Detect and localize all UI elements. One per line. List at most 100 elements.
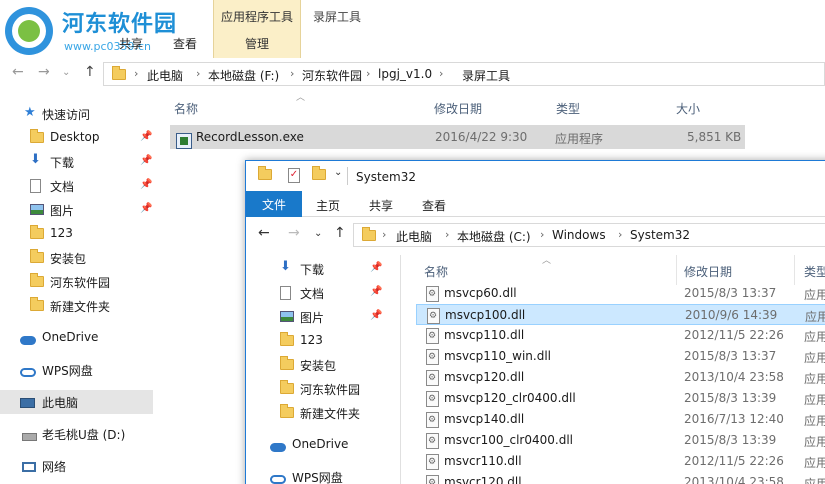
table-row[interactable]: msvcr120.dll 2013/10/4 23:58 应用: [416, 472, 825, 484]
pin-icon[interactable]: 📌: [140, 155, 152, 166]
column-divider[interactable]: [794, 255, 795, 285]
nav-label: 新建文件夹: [300, 407, 361, 421]
table-row[interactable]: msvcr110.dll 2012/11/5 22:26 应用: [416, 451, 825, 472]
folder-icon: [280, 404, 294, 421]
chevron-right-icon[interactable]: ›: [382, 228, 386, 241]
breadcrumb-item[interactable]: 本地磁盘 (C:): [457, 228, 531, 245]
chevron-right-icon[interactable]: ›: [445, 228, 449, 241]
up-arrow-icon[interactable]: ↑: [84, 64, 96, 80]
recent-chevron-icon[interactable]: ⌄: [314, 228, 322, 239]
column-header-type[interactable]: 类型: [804, 263, 825, 280]
pin-icon[interactable]: 📌: [370, 262, 382, 273]
pin-icon[interactable]: 📌: [140, 203, 152, 214]
tab-share[interactable]: 共享: [369, 197, 393, 214]
chevron-right-icon[interactable]: ›: [366, 67, 370, 80]
recent-chevron-icon[interactable]: ⌄: [62, 67, 70, 78]
tab-home[interactable]: 主页: [316, 197, 340, 214]
breadcrumb-item[interactable]: Windows: [552, 228, 606, 242]
nav-item-usb-drive[interactable]: 老毛桃U盘 (D:): [0, 422, 160, 446]
tab-view[interactable]: 查看: [173, 35, 197, 52]
file-row-selected[interactable]: RecordLesson.exe 2016/4/22 9:30 应用程序 5,8…: [170, 125, 745, 149]
nav-item-new-folder[interactable]: 新建文件夹: [0, 294, 160, 318]
pane-divider[interactable]: [400, 255, 401, 484]
pin-icon[interactable]: 📌: [140, 131, 152, 142]
explorer-window-front[interactable]: ✓ ⌄ System32 文件 主页 共享 查看 ← → ⌄ ↑ › 此电脑 ›…: [245, 160, 825, 484]
nav-label: 文档: [300, 287, 325, 301]
column-header-size[interactable]: 大小: [676, 100, 700, 117]
table-row[interactable]: msvcp120_clr0400.dll 2015/8/3 13:39 应用: [416, 388, 825, 409]
nav-item-hedong[interactable]: 河东软件园: [0, 270, 160, 294]
nav-label: 下载: [50, 156, 75, 170]
nav-item-onedrive[interactable]: OneDrive: [0, 326, 160, 350]
table-row[interactable]: msvcr100_clr0400.dll 2015/8/3 13:39 应用: [416, 430, 825, 451]
breadcrumb-item[interactable]: 本地磁盘 (F:): [208, 67, 279, 84]
column-header-date[interactable]: 修改日期: [434, 100, 482, 117]
nav-item-documents[interactable]: 文档 📌: [246, 281, 396, 305]
nav-item-wps-cloud[interactable]: WPS网盘: [246, 465, 396, 484]
column-divider[interactable]: [676, 255, 677, 285]
breadcrumb-item[interactable]: 录屏工具: [462, 67, 510, 84]
context-tab[interactable]: 应用程序工具 管理: [213, 0, 301, 58]
forward-arrow-icon[interactable]: →: [288, 225, 300, 241]
new-folder-icon[interactable]: [312, 166, 326, 183]
column-header-name[interactable]: 名称: [174, 100, 198, 117]
nav-item-pictures[interactable]: 图片 📌: [246, 305, 396, 329]
folder-icon: [30, 225, 44, 242]
breadcrumb-item[interactable]: lpgj_v1.0: [378, 67, 432, 81]
back-arrow-icon[interactable]: ←: [12, 64, 24, 80]
chevron-right-icon[interactable]: ›: [290, 67, 294, 80]
nav-item-installers[interactable]: 安装包: [0, 246, 160, 270]
table-row[interactable]: msvcp110_win.dll 2015/8/3 13:37 应用: [416, 346, 825, 367]
column-header-date[interactable]: 修改日期: [684, 263, 732, 280]
breadcrumb-item[interactable]: 此电脑: [147, 67, 183, 84]
pin-icon[interactable]: 📌: [370, 286, 382, 297]
chevron-right-icon[interactable]: ›: [439, 67, 443, 80]
nav-item-new-folder[interactable]: 新建文件夹: [246, 401, 396, 425]
table-row-selected[interactable]: msvcp100.dll 2010/9/6 14:39 应用: [416, 304, 825, 325]
nav-item-quick-access[interactable]: ★ 快速访问: [0, 102, 160, 126]
up-arrow-icon[interactable]: ↑: [334, 225, 346, 241]
table-row[interactable]: msvcp140.dll 2016/7/13 12:40 应用: [416, 409, 825, 430]
pin-icon[interactable]: 📌: [140, 179, 152, 190]
nav-item-123[interactable]: 123: [246, 329, 396, 353]
nav-item-onedrive[interactable]: OneDrive: [246, 433, 396, 457]
table-row[interactable]: msvcp120.dll 2013/10/4 23:58 应用: [416, 367, 825, 388]
table-row[interactable]: msvcp110.dll 2012/11/5 22:26 应用: [416, 325, 825, 346]
pin-icon[interactable]: 📌: [370, 310, 382, 321]
tab-file[interactable]: 文件: [246, 191, 302, 217]
chevron-right-icon[interactable]: ›: [540, 228, 544, 241]
nav-item-network[interactable]: 网络: [0, 454, 160, 478]
nav-item-desktop[interactable]: Desktop 📌: [0, 126, 160, 150]
nav-item-pictures[interactable]: 图片 📌: [0, 198, 160, 222]
column-header-name[interactable]: 名称: [424, 263, 448, 280]
address-bar[interactable]: › 此电脑 › 本地磁盘 (F:) › 河东软件园 › lpgj_v1.0 › …: [103, 62, 825, 86]
properties-icon[interactable]: ✓: [288, 168, 300, 183]
address-bar[interactable]: › 此电脑 › 本地磁盘 (C:) › Windows › System32: [353, 223, 825, 247]
chevron-right-icon[interactable]: ›: [134, 67, 138, 80]
nav-item-123[interactable]: 123: [0, 222, 160, 246]
tab-view[interactable]: 查看: [422, 197, 446, 214]
nav-item-this-pc[interactable]: 此电脑: [0, 390, 153, 414]
chevron-right-icon[interactable]: ›: [196, 67, 200, 80]
nav-item-downloads[interactable]: ⬇ 下载 📌: [0, 150, 160, 174]
breadcrumb-item[interactable]: 河东软件园: [302, 67, 362, 84]
customize-chevron-icon[interactable]: ⌄: [334, 167, 342, 178]
ribbon-tabs: 文件 主页 共享 查看: [246, 191, 825, 217]
folder-icon[interactable]: [258, 166, 272, 183]
breadcrumb-item[interactable]: System32: [630, 228, 690, 242]
nav-label: 图片: [300, 311, 325, 325]
column-header-type[interactable]: 类型: [556, 100, 580, 117]
back-arrow-icon[interactable]: ←: [258, 225, 270, 241]
nav-item-downloads[interactable]: ⬇ 下载 📌: [246, 257, 396, 281]
breadcrumb-item[interactable]: 此电脑: [396, 228, 432, 245]
chevron-right-icon[interactable]: ›: [618, 228, 622, 241]
dll-icon: [427, 308, 440, 324]
table-row[interactable]: msvcp60.dll 2015/8/3 13:37 应用: [416, 283, 825, 304]
forward-arrow-icon[interactable]: →: [38, 64, 50, 80]
tab-manage[interactable]: 管理: [214, 35, 300, 52]
nav-item-wps-cloud[interactable]: WPS网盘: [0, 358, 160, 382]
tab-share[interactable]: 共享: [119, 35, 143, 52]
nav-item-documents[interactable]: 文档 📌: [0, 174, 160, 198]
nav-item-hedong[interactable]: 河东软件园: [246, 377, 396, 401]
nav-item-installers[interactable]: 安装包: [246, 353, 396, 377]
